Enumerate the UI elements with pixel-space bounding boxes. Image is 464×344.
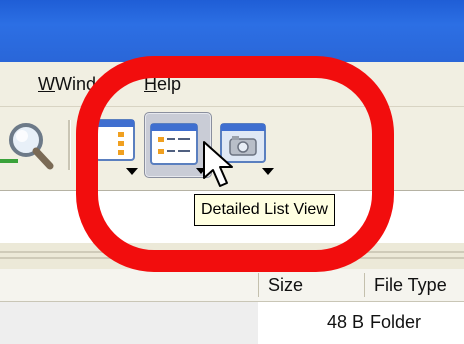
toolbar-separator	[68, 120, 71, 170]
size-cell: 48 B	[326, 312, 364, 332]
menu-window-mnemonic: W	[38, 74, 55, 94]
window-title-bar[interactable]	[0, 0, 464, 62]
table-row[interactable]: 48 B Folder	[0, 302, 464, 344]
mouse-pointer-icon	[203, 141, 233, 187]
file-type-cell: Folder	[370, 312, 422, 332]
tooltip: Detailed List View	[194, 194, 335, 226]
search-icon[interactable]	[0, 116, 58, 176]
column-header-row: Size File Type	[0, 269, 464, 302]
column-divider[interactable]	[258, 273, 259, 297]
column-header-file-type[interactable]: File Type	[374, 269, 447, 301]
column-header-size[interactable]: Size	[268, 269, 303, 301]
name-cell	[0, 302, 258, 344]
column-divider[interactable]	[364, 273, 365, 297]
